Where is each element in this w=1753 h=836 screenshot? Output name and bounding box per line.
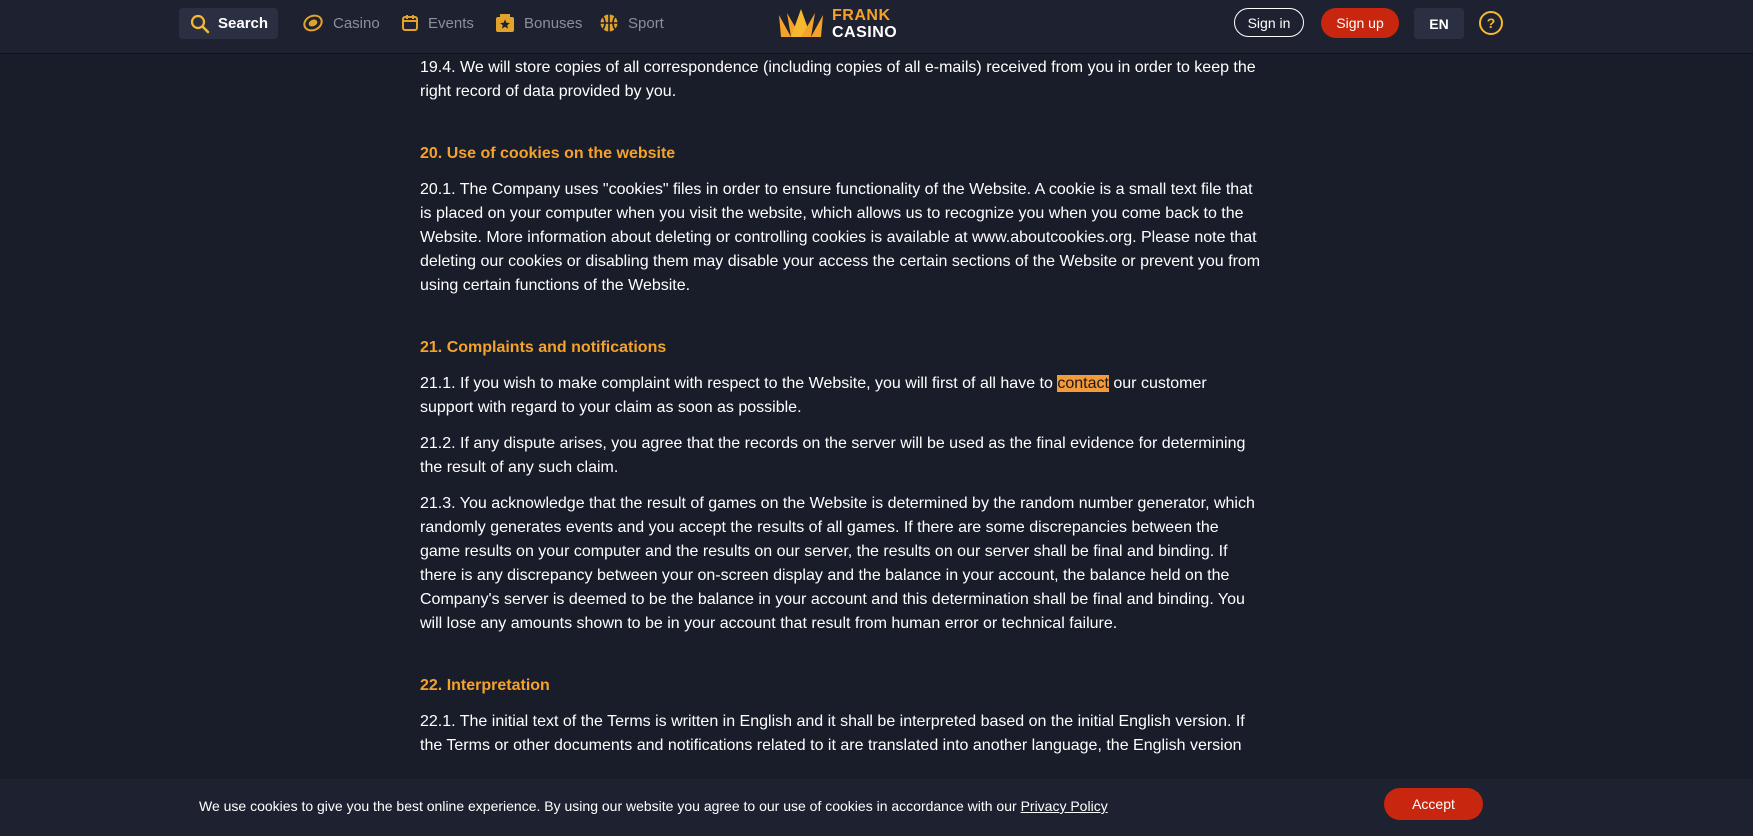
crown-logo-icon	[779, 9, 823, 37]
accept-cookies-button[interactable]: Accept	[1384, 788, 1483, 820]
section-title-20: 20. Use of cookies on the website	[420, 145, 676, 162]
nav-label-sport: Sport	[628, 14, 664, 32]
search-icon	[190, 14, 210, 33]
cookie-message-text: We use cookies to give you the best onli…	[199, 798, 1021, 814]
paragraph-21-2: 21.2. If any dispute arises, you agree t…	[420, 435, 1246, 476]
logo-line-frank: FRANK	[832, 7, 891, 24]
nav-item-bonuses[interactable]: Bonuses	[495, 11, 582, 35]
logo-wordmark: FRANK CASINO	[832, 7, 897, 41]
paragraph-22-1: 22.1. The initial text of the Terms is w…	[420, 713, 1245, 754]
paragraph-21-1-start: 21.1. If you wish to make complaint with…	[420, 375, 1058, 392]
nav-item-casino[interactable]: Casino	[302, 11, 380, 35]
privacy-policy-link[interactable]: Privacy Policy	[1021, 798, 1108, 814]
sign-in-button[interactable]: Sign in	[1234, 8, 1304, 37]
gift-star-icon	[496, 14, 514, 32]
section-title-21: 21. Complaints and notifications	[420, 339, 667, 356]
frank-casino-logo[interactable]: FRANK CASINO	[777, 6, 903, 42]
nav-label-events: Events	[428, 14, 474, 32]
paragraph-21-1: 21.1. If you wish to make complaint with…	[420, 372, 1263, 420]
section-title-22: 22. Interpretation	[420, 677, 550, 694]
contact-highlight: contact	[1057, 375, 1109, 392]
nav-item-sport[interactable]: Sport	[599, 11, 664, 35]
casino-chip-icon	[303, 14, 323, 32]
paragraph-21-3: 21.3. You acknowledge that the result of…	[420, 495, 1255, 632]
sign-up-button[interactable]: Sign up	[1321, 8, 1399, 38]
search-label: Search	[218, 15, 269, 32]
nav-item-events[interactable]: Events	[401, 11, 474, 35]
paragraph-19-4: 19.4. We will store copies of all corres…	[420, 59, 1256, 100]
nav-label-bonuses: Bonuses	[524, 14, 583, 32]
logo-line-casino: CASINO	[832, 24, 898, 41]
top-navigation-bar: Search Casino Events Bonuses Sport FRANK…	[0, 0, 1753, 53]
paragraph-20-1: 20.1. The Company uses "cookies" files i…	[420, 181, 1261, 294]
nav-label-casino: Casino	[333, 14, 380, 32]
cookie-consent-bar: We use cookies to give you the best onli…	[0, 779, 1753, 836]
help-icon[interactable]: ?	[1479, 11, 1503, 35]
basketball-icon	[600, 14, 618, 32]
language-selector[interactable]: EN	[1414, 8, 1464, 39]
search-button[interactable]: Search	[179, 8, 278, 39]
calendar-icon	[402, 15, 418, 31]
cookie-message: We use cookies to give you the best onli…	[199, 798, 1108, 814]
terms-content: 19.4. We will store copies of all corres…	[420, 56, 1263, 758]
